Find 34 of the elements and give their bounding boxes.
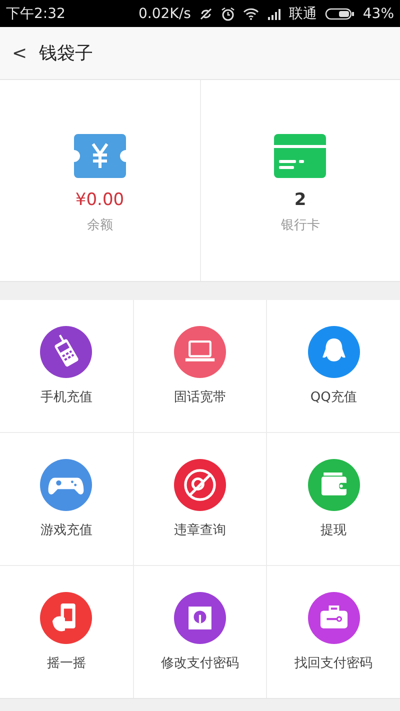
bank-card-icon — [274, 134, 326, 178]
battery-percent: 43% — [362, 6, 394, 22]
service-button[interactable]: 违章查询 — [134, 433, 266, 565]
back-button[interactable]: < — [8, 40, 32, 66]
wallet-icon — [308, 459, 360, 511]
hand-phone-icon — [40, 592, 92, 644]
wifi-icon — [242, 8, 259, 20]
service-button[interactable]: 手机充值 — [0, 300, 133, 432]
yen-ticket-icon — [74, 134, 126, 178]
page-title: 钱袋子 — [39, 42, 94, 65]
summary-label: 余额 — [86, 216, 113, 234]
sync-off-icon — [198, 6, 213, 20]
alarm-icon — [220, 6, 235, 20]
service-button[interactable]: 修改支付密码 — [134, 566, 266, 698]
battery-icon — [324, 8, 355, 20]
status-time: 下午2:32 — [6, 4, 66, 22]
balance-amount: ¥0.00 — [75, 190, 124, 210]
briefcase-icon — [308, 592, 360, 644]
service-button[interactable]: QQ充值 — [267, 300, 400, 432]
laptop-icon — [174, 326, 226, 378]
card-count: 2 — [294, 190, 306, 210]
network-speed: 0.02K/s — [138, 6, 191, 22]
service-button[interactable]: 摇一摇 — [0, 566, 133, 698]
service-button[interactable]: 找回支付密码 — [267, 566, 400, 698]
summary-label: 银行卡 — [280, 216, 320, 234]
safe-icon — [174, 592, 226, 644]
service-button[interactable]: 游戏充值 — [0, 433, 133, 565]
gamepad-icon — [40, 459, 92, 511]
carrier-name: 联通 — [288, 4, 317, 22]
penguin-icon — [308, 326, 360, 378]
phone-icon — [40, 326, 92, 378]
service-button[interactable]: 固话宽带 — [134, 300, 266, 432]
service-button[interactable]: 提现 — [267, 433, 400, 565]
signal-icon — [266, 8, 281, 20]
